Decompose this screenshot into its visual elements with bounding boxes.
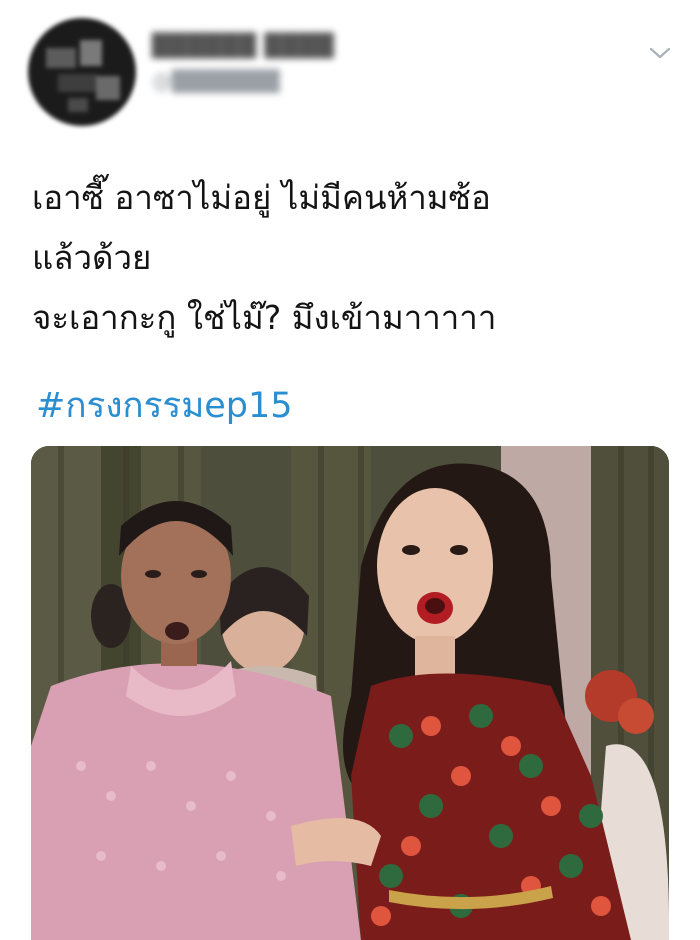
tweet-text-line: แล้วด้วย <box>32 238 152 277</box>
tweet-text-line: จะเอากะกู ใช่ไม๊? มึงเข้ามาาาาา <box>32 298 497 337</box>
avatar[interactable] <box>28 18 136 126</box>
tweet-card: ██████ ████ @███████ เอาซี๊ อาซาไม่อยู่ … <box>0 0 700 940</box>
tweet-text: เอาซี๊ อาซาไม่อยู่ ไม่มีคนห้ามซ้อ แล้วด้… <box>32 168 672 348</box>
author-block[interactable]: ██████ ████ @███████ <box>152 34 334 93</box>
user-handle[interactable]: @███████ <box>152 69 334 93</box>
display-name[interactable]: ██████ ████ <box>152 34 334 59</box>
photo-illustration <box>31 446 669 940</box>
chevron-down-icon[interactable] <box>648 44 672 62</box>
tweet-media-image[interactable] <box>31 446 669 940</box>
tweet-text-line: เอาซี๊ อาซาไม่อยู่ ไม่มีคนห้ามซ้อ <box>32 178 491 217</box>
hashtag-link[interactable]: #กรงกรรมep15 <box>36 378 293 433</box>
